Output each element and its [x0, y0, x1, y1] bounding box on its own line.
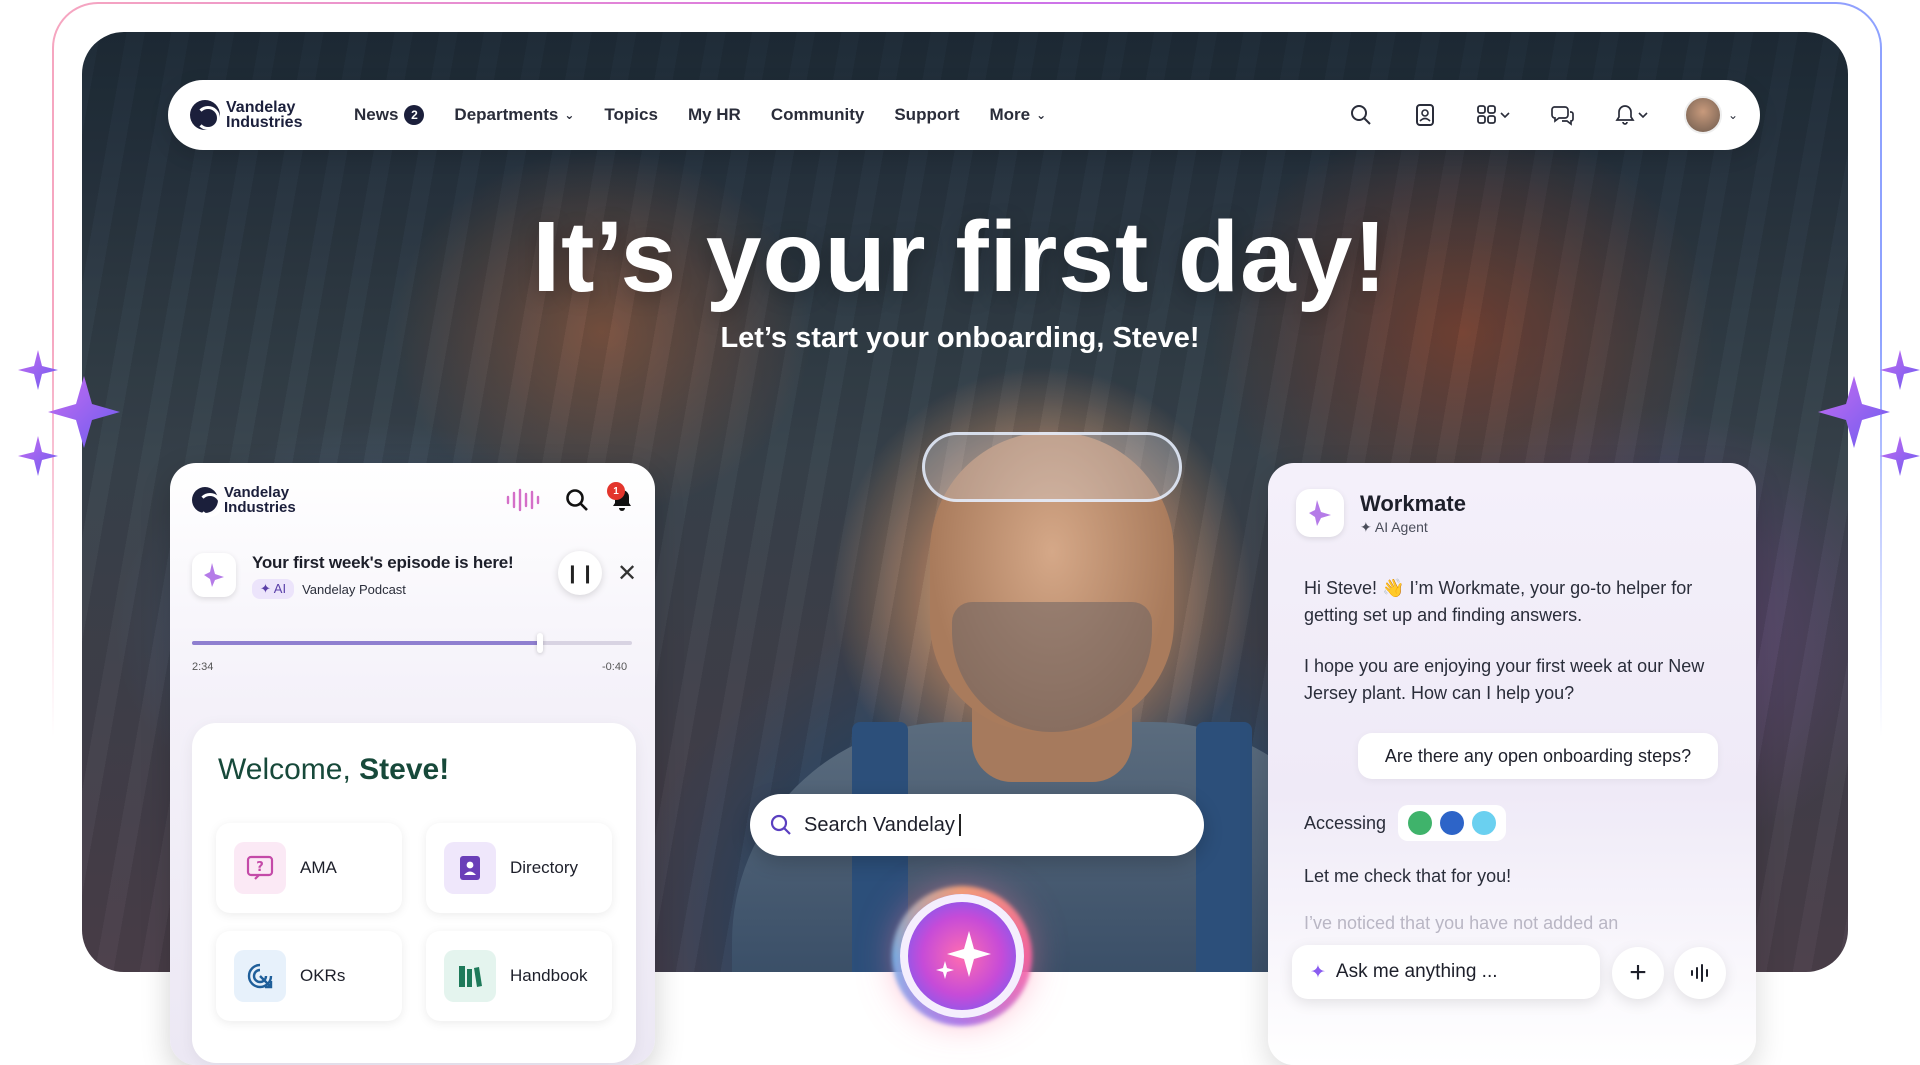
accessing-sources: Accessing — [1304, 805, 1507, 841]
search-icon — [770, 814, 791, 835]
nav-item-my-hr[interactable]: My HR — [688, 105, 741, 125]
hero-title: It’s your first day! — [532, 201, 1388, 313]
ai-chip: ✦ AI — [252, 579, 295, 599]
agent-message: I hope you are enjoying your first week … — [1304, 656, 1705, 703]
nav-item-departments[interactable]: Departments ⌄ — [454, 105, 574, 125]
welcome-panel: Welcome, Steve! ? AMA Directory OKRs Han… — [192, 723, 636, 1063]
search-icon[interactable] — [565, 488, 589, 512]
audio-wave-icon[interactable] — [505, 488, 543, 512]
avatar — [1683, 96, 1722, 134]
hero-person-photo — [732, 392, 1372, 972]
sparkle-icon — [936, 931, 991, 979]
search-input[interactable]: Search Vandelay — [750, 794, 1204, 856]
workmate-logo-icon — [192, 553, 236, 597]
nav-item-community[interactable]: Community — [771, 105, 865, 125]
agent-message: Hi Steve! 👋 I’m Workmate, your go-to hel… — [1304, 578, 1693, 625]
nav-item-more[interactable]: More ⌄ — [990, 105, 1047, 125]
search-icon[interactable] — [1344, 98, 1378, 132]
apps-grid-icon[interactable] — [1472, 98, 1516, 132]
mobile-app-card: Vandelay Industries 1 Your first week's e… — [170, 463, 655, 1065]
elapsed-time: 2:34 — [192, 661, 214, 673]
nav-item-news[interactable]: News 2 — [354, 105, 425, 125]
pause-button[interactable]: ❙❙ — [558, 551, 602, 595]
podcast-episode[interactable]: Your first week's episode is here! ✦ AI … — [192, 551, 637, 613]
chevron-down-icon: ⌄ — [564, 108, 575, 122]
question-board-icon: ? — [234, 842, 286, 894]
workmate-logo-icon — [1296, 489, 1344, 537]
source-app-icon — [1472, 811, 1497, 835]
stage: It’s your first day! Let’s start your on… — [0, 0, 1920, 1065]
ai-assistant-button[interactable] — [900, 894, 1024, 1018]
news-count-badge: 2 — [404, 105, 425, 125]
episode-title: Your first week's episode is here! — [252, 553, 514, 572]
sparkle-icon: ✦ — [1310, 961, 1326, 983]
workmate-subtitle: ✦ AI Agent — [1360, 519, 1428, 535]
voice-input-icon[interactable] — [1674, 947, 1726, 999]
tile-directory[interactable]: Directory — [426, 823, 612, 913]
add-button[interactable]: + — [1612, 947, 1664, 999]
hero-subtitle: Let’s start your onboarding, Steve! — [720, 322, 1200, 354]
bell-icon[interactable] — [1610, 98, 1654, 132]
nav-item-topics[interactable]: Topics — [604, 105, 658, 125]
episode-source: Vandelay Podcast — [302, 581, 406, 597]
word-icon — [1440, 811, 1465, 835]
workmate-title: Workmate — [1360, 491, 1466, 516]
sparkle-icon — [18, 350, 120, 476]
globe-logo-icon — [190, 100, 220, 130]
brand-logo[interactable]: Vandelay Industries — [190, 100, 316, 131]
sparkle-icon — [1818, 350, 1920, 476]
playback-progress[interactable] — [192, 633, 632, 653]
agent-message: Let me check that for you! — [1304, 866, 1512, 886]
brand-name-2: Industries — [226, 114, 303, 131]
user-menu[interactable]: ⌄ — [1683, 96, 1738, 134]
brand-logo: Vandelay Industries — [192, 485, 310, 517]
books-icon — [444, 950, 496, 1002]
ask-input[interactable]: ✦ Ask me anything ... — [1292, 945, 1600, 999]
nav-item-support[interactable]: Support — [894, 105, 959, 125]
close-icon[interactable]: ✕ — [617, 559, 637, 588]
progress-knob[interactable] — [536, 633, 543, 653]
workmate-chat-card: Workmate ✦ AI Agent Hi Steve! 👋 I’m Work… — [1268, 463, 1756, 1065]
chevron-down-icon: ⌄ — [1036, 108, 1047, 122]
chat-icon[interactable] — [1546, 98, 1580, 132]
notification-badge: 1 — [607, 482, 625, 500]
source-app-icon — [1408, 811, 1433, 835]
address-book-icon — [444, 842, 496, 894]
welcome-title: Welcome, Steve! — [218, 753, 450, 786]
top-navigation: Vandelay Industries News 2 Departments ⌄ To… — [168, 80, 1760, 150]
contact-card-icon[interactable] — [1408, 98, 1442, 132]
svg-text:?: ? — [256, 860, 264, 875]
chevron-down-icon: ⌄ — [1727, 108, 1738, 122]
tile-ama[interactable]: ? AMA — [216, 823, 402, 913]
target-click-icon — [234, 950, 286, 1002]
tile-handbook[interactable]: Handbook — [426, 931, 612, 1021]
tile-okrs[interactable]: OKRs — [216, 931, 402, 1021]
user-message: Are there any open onboarding steps? — [1358, 733, 1718, 779]
remaining-time: -0:40 — [602, 661, 628, 673]
agent-message-faded: I’ve noticed that you have not added an — [1304, 913, 1619, 933]
